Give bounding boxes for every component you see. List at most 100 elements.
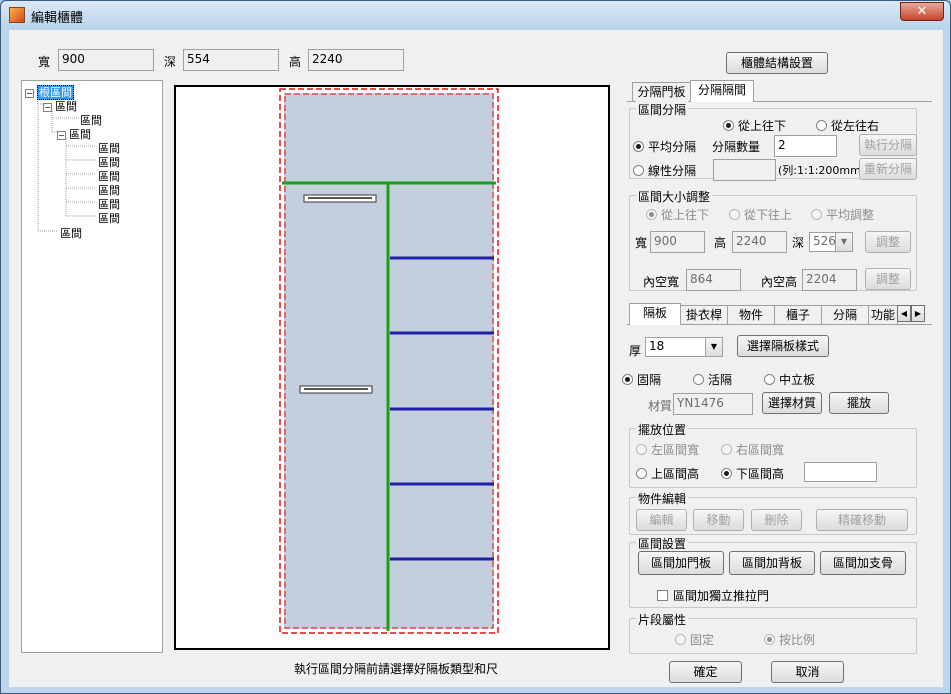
place-button[interactable]: 擺放: [829, 392, 889, 414]
resize-height-field[interactable]: 2240: [732, 231, 787, 253]
radio-label: 下區間高: [736, 467, 785, 481]
tab-scroll-left-icon[interactable]: ◀: [897, 305, 911, 322]
chevron-down-icon[interactable]: ▼: [705, 338, 722, 356]
tab-board[interactable]: 隔板: [629, 303, 681, 325]
adjust-inner-button[interactable]: 調整: [865, 268, 911, 290]
thickness-label: 厚: [629, 344, 642, 358]
radio-label: 固隔: [637, 373, 662, 387]
tree-node-label: 區間: [98, 212, 120, 225]
add-door-button[interactable]: 區間加門板: [638, 551, 724, 575]
title-bar[interactable]: 編輯櫃體 ✕: [1, 1, 950, 29]
collapse-icon[interactable]: −: [57, 130, 66, 140]
tab-hanger[interactable]: 掛衣桿: [680, 305, 728, 325]
thickness-value: 18: [649, 339, 665, 353]
depth-label: 深: [164, 55, 177, 69]
radio-label: 從左往右: [831, 119, 880, 133]
precise-move-button[interactable]: 精確移動: [816, 509, 908, 531]
radio-label: 固定: [690, 633, 715, 647]
segment-ratio-radio[interactable]: 按比例: [764, 631, 815, 648]
thickness-combo[interactable]: 18 ▼: [645, 337, 723, 357]
cabinet-canvas[interactable]: [174, 85, 610, 650]
execute-split-button[interactable]: 執行分隔: [859, 134, 917, 156]
ok-button[interactable]: 確定: [669, 661, 742, 683]
split-linear-radio[interactable]: 線性分隔: [633, 162, 696, 179]
resize-depth-combo[interactable]: 526 ▼: [809, 232, 853, 252]
resize-width-field[interactable]: 900: [650, 231, 705, 253]
collapse-icon[interactable]: −: [43, 102, 52, 112]
select-board-style-button[interactable]: 選擇隔板樣式: [737, 335, 829, 357]
section-settings-title: 區間設置: [636, 535, 689, 552]
radio-label: 左區間寬: [651, 443, 700, 457]
split-count-label: 分隔數量: [712, 140, 761, 154]
material-field[interactable]: YN1476: [673, 393, 753, 415]
depth-field[interactable]: 554: [183, 49, 279, 71]
tree-node-label: 區間: [55, 100, 77, 113]
edit-cabinet-window: 編輯櫃體 ✕ 寬 900 深 554 高 2240 櫃體結構設置 − 根區間 −…: [0, 0, 951, 694]
resize-even-radio[interactable]: 平均調整: [811, 206, 874, 223]
status-text: 執行區間分隔前請選擇好隔板類型和尺: [294, 662, 499, 676]
left-width-radio[interactable]: 左區間寬: [636, 441, 699, 458]
split-even-radio[interactable]: 平均分隔: [633, 138, 696, 155]
right-width-radio[interactable]: 右區間寬: [721, 441, 784, 458]
move-object-button[interactable]: 移動: [693, 509, 744, 531]
resize-group-title: 區間大小調整: [636, 188, 713, 205]
tree-node[interactable]: 區間: [98, 210, 120, 226]
depth-combo-value: 526: [813, 234, 836, 248]
place-group-title: 擺放位置: [636, 421, 689, 438]
top-height-radio[interactable]: 上區間高: [636, 465, 699, 482]
vertical-board-radio[interactable]: 中立板: [764, 371, 815, 388]
resize-top-down-radio[interactable]: 從上往下: [646, 206, 709, 223]
collapse-icon[interactable]: −: [25, 88, 34, 98]
movable-board-radio[interactable]: 活隔: [693, 371, 732, 388]
split-top-down-radio[interactable]: 從上往下: [723, 117, 786, 134]
tab-door-split[interactable]: 分隔門板: [632, 82, 691, 102]
radio-label: 上區間高: [651, 467, 700, 481]
radio-label: 平均調整: [826, 208, 875, 222]
split-count-input[interactable]: 2: [774, 135, 837, 157]
select-material-button[interactable]: 選擇材質: [762, 392, 822, 414]
cancel-button[interactable]: 取消: [771, 661, 844, 683]
tab-scroll-right-icon[interactable]: ▶: [911, 305, 925, 322]
tree-node[interactable]: − 區間: [57, 126, 91, 142]
linear-split-hint: (列:1:1:200mm): [778, 164, 866, 177]
split-group-title: 區間分隔: [636, 101, 689, 118]
cabinet-drawing: [279, 88, 499, 634]
section-tree[interactable]: − 根區間 − 區間 區間 − 區間 區間 區間 區間 區間 區間 區間 區間: [21, 80, 163, 653]
radio-label: 從上往下: [661, 208, 710, 222]
resplit-button[interactable]: 重新分隔: [859, 158, 917, 180]
tree-node[interactable]: 區間: [60, 225, 82, 241]
hanging-rod: [303, 194, 377, 203]
tab-section-split[interactable]: 分隔隔間: [690, 80, 754, 102]
radio-label: 活隔: [708, 373, 733, 387]
independent-sliding-door-checkbox[interactable]: 區間加獨立推拉門: [657, 587, 769, 604]
linear-split-input[interactable]: [713, 159, 776, 181]
close-button[interactable]: ✕: [900, 2, 944, 21]
segment-fixed-radio[interactable]: 固定: [675, 631, 714, 648]
inner-height-field[interactable]: 2204: [802, 269, 857, 291]
resize-bottom-up-radio[interactable]: 從下往上: [729, 206, 792, 223]
chevron-down-icon[interactable]: ▼: [835, 233, 852, 251]
place-value-input[interactable]: [804, 462, 877, 482]
add-back-panel-button[interactable]: 區間加背板: [729, 551, 815, 575]
inner-width-field[interactable]: 864: [686, 269, 741, 291]
width-label: 寬: [38, 55, 51, 69]
tree-node[interactable]: − 區間: [43, 98, 77, 114]
inner-height-label: 內空高: [761, 275, 798, 289]
tab-object[interactable]: 物件: [727, 305, 775, 325]
split-left-right-radio[interactable]: 從左往右: [816, 117, 879, 134]
bottom-height-radio[interactable]: 下區間高: [721, 465, 784, 482]
adjust-size-button[interactable]: 調整: [865, 231, 911, 253]
add-support-button[interactable]: 區間加支骨: [820, 551, 906, 575]
cabinet-structure-button[interactable]: 櫃體結構設置: [726, 52, 828, 74]
width-field[interactable]: 900: [58, 49, 154, 71]
tab-function[interactable]: 功能: [868, 305, 898, 325]
edit-object-button[interactable]: 編輯: [636, 509, 687, 531]
tab-partition[interactable]: 分隔: [821, 305, 869, 325]
tree-node-label: 區間: [60, 227, 82, 240]
delete-object-button[interactable]: 刪除: [751, 509, 802, 531]
fixed-board-radio[interactable]: 固隔: [622, 371, 661, 388]
tab-cabinet[interactable]: 櫃子: [774, 305, 822, 325]
radio-label: 從上往下: [738, 119, 787, 133]
height-field[interactable]: 2240: [308, 49, 404, 71]
material-label: 材質: [648, 399, 673, 413]
